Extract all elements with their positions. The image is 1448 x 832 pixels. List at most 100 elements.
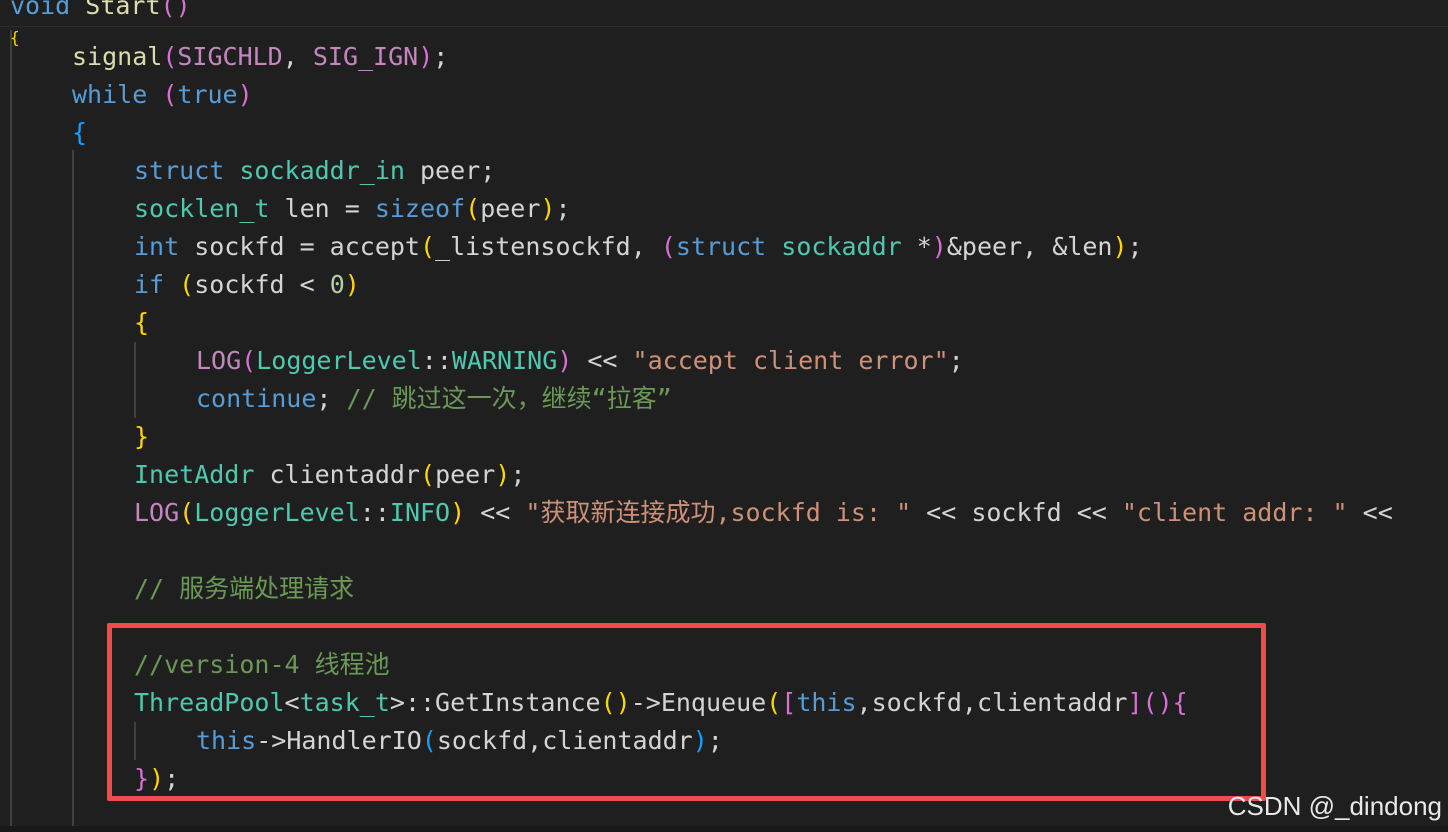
code-token: LoggerLevel — [194, 498, 360, 527]
code-token: while — [72, 80, 148, 109]
code-token: sockaddr_in — [239, 156, 405, 185]
code-token: ) — [237, 80, 253, 109]
editor-bottom-edge — [0, 826, 1448, 832]
code-line[interactable]: InetAddr clientaddr(peer); — [134, 456, 525, 494]
code-token: InetAddr — [134, 460, 255, 489]
code-token: ; — [948, 346, 964, 375]
code-line[interactable]: continue; // 跳过这一次，继续“拉客” — [196, 380, 672, 418]
code-line[interactable]: // 服务端处理请求 — [134, 570, 354, 608]
code-token: "client addr: " — [1121, 498, 1348, 527]
code-line[interactable]: { — [10, 19, 20, 57]
code-token: sockfd < — [194, 270, 330, 299]
code-token: peer — [435, 460, 496, 489]
code-token: :: — [421, 346, 452, 375]
code-token: _listensockfd, — [435, 232, 661, 261]
code-token: ; — [433, 42, 449, 71]
code-token: SIGCHLD — [177, 42, 283, 71]
code-token: ( — [162, 42, 178, 71]
code-line[interactable]: { — [72, 114, 87, 152]
code-token: signal — [72, 42, 163, 71]
code-token: int — [134, 232, 180, 261]
code-token: ) — [418, 42, 434, 71]
code-line[interactable]: int sockfd = accept(_listensockfd, (stru… — [134, 228, 1143, 266]
sticky-scroll-header — [0, 0, 1448, 27]
code-token: ( — [162, 80, 178, 109]
code-token: ( — [241, 346, 257, 375]
indent-guide — [10, 30, 12, 832]
highlight-box — [107, 623, 1266, 801]
code-token: ( — [420, 460, 436, 489]
code-token: ; — [510, 460, 526, 489]
code-token: continue — [196, 384, 317, 413]
code-token: // 跳过这一次，继续“拉客” — [346, 384, 672, 413]
code-token: << — [465, 498, 526, 527]
watermark: CSDN @_dindong — [1227, 791, 1442, 821]
code-token: ; — [1127, 232, 1143, 261]
code-token: sizeof — [374, 194, 466, 223]
code-line[interactable]: void Start() — [10, 0, 191, 25]
code-token: SIG_IGN — [312, 42, 419, 71]
code-token: "获取新连接成功,sockfd is: " — [525, 498, 912, 527]
code-token: ) — [344, 270, 360, 299]
code-token: peer; — [404, 156, 496, 185]
code-token: sockaddr — [781, 232, 902, 261]
code-token: } — [134, 422, 150, 451]
code-token: len = — [269, 194, 375, 223]
code-token: 0 — [329, 270, 345, 299]
code-token: Start — [70, 0, 161, 20]
code-token: ; — [555, 194, 571, 223]
code-token: << — [572, 346, 633, 375]
code-token: ( — [660, 232, 676, 261]
code-token: ( — [419, 232, 436, 261]
code-token: sockfd = accept — [179, 232, 420, 261]
code-token: , — [282, 42, 313, 71]
code-token: LoggerLevel — [256, 346, 422, 375]
code-editor[interactable]: void Start() { signal(SIGCHLD, SIG_IGN);… — [0, 0, 1448, 832]
code-line[interactable]: signal(SIGCHLD, SIG_IGN); — [72, 38, 448, 76]
code-token: ) — [495, 460, 511, 489]
code-token: << — [1347, 498, 1393, 527]
indent-guide — [134, 342, 136, 418]
code-token: ( — [179, 270, 195, 299]
code-token: << sockfd << — [911, 498, 1122, 527]
code-token: clientaddr — [254, 460, 420, 489]
code-token: ) — [931, 232, 947, 261]
code-token: struct — [675, 232, 767, 261]
code-token: true — [177, 80, 238, 109]
code-token: ) — [450, 498, 466, 527]
code-token: "accept client error" — [632, 346, 949, 375]
code-line[interactable]: LOG(LoggerLevel::INFO) << "获取新连接成功,sockf… — [134, 494, 1393, 532]
code-token: struct — [134, 156, 225, 185]
code-token: WARNING — [451, 346, 558, 375]
code-token: peer — [480, 194, 541, 223]
code-token: &peer, &len — [946, 232, 1113, 261]
code-token: () — [160, 0, 191, 20]
code-token: ) — [1112, 232, 1128, 261]
code-token: ( — [179, 498, 195, 527]
code-token: if — [134, 270, 165, 299]
code-line[interactable]: while (true) — [72, 76, 253, 114]
code-token: INFO — [389, 498, 451, 527]
code-token: ) — [540, 194, 556, 223]
code-line[interactable]: struct sockaddr_in peer; — [134, 152, 495, 190]
code-token: void — [10, 0, 71, 20]
code-token: * — [901, 232, 932, 261]
code-token: :: — [359, 498, 390, 527]
code-token: ( — [465, 194, 481, 223]
indent-guide — [72, 150, 74, 832]
code-token: { — [134, 308, 150, 337]
code-token: // 服务端处理请求 — [134, 574, 355, 603]
code-token: ; — [316, 384, 347, 413]
code-token: LOG — [196, 346, 242, 375]
code-line[interactable]: LOG(LoggerLevel::WARNING) << "accept cli… — [196, 342, 964, 380]
code-token: { — [72, 118, 88, 147]
code-line[interactable]: if (sockfd < 0) — [134, 266, 360, 304]
code-line[interactable]: { — [134, 304, 149, 342]
code-line[interactable]: } — [134, 418, 149, 456]
code-token: socklen_t — [134, 194, 270, 223]
code-token: { — [10, 28, 20, 47]
code-line[interactable]: socklen_t len = sizeof(peer); — [134, 190, 571, 228]
